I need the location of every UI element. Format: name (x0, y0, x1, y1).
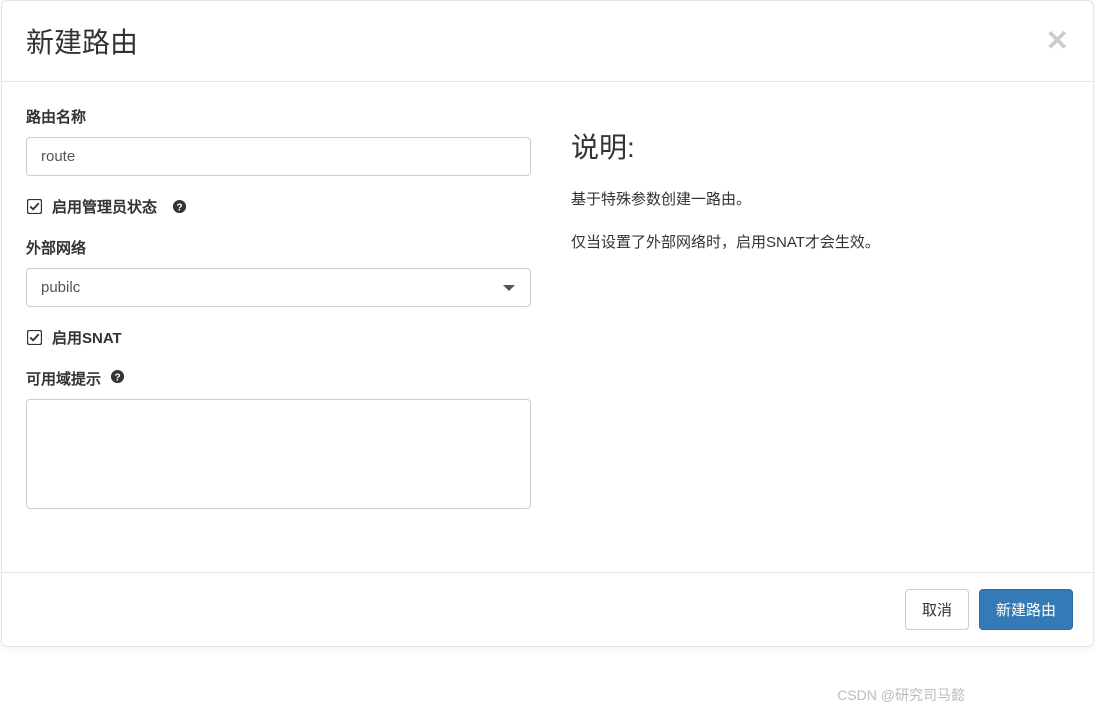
route-name-group: 路由名称 (26, 106, 531, 176)
external-network-group: 外部网络 pubilc (26, 237, 531, 307)
external-network-select-wrapper: pubilc (26, 268, 531, 307)
enable-snat-checkbox[interactable]: 启用SNAT (26, 327, 531, 348)
close-icon: ✕ (1046, 25, 1069, 56)
close-button[interactable]: ✕ (1046, 27, 1069, 55)
admin-state-label: 启用管理员状态 (52, 196, 157, 217)
description-panel: 说明: 基于特殊参数创建一路由。 仅当设置了外部网络时，启用SNAT才会生效。 (571, 106, 1069, 548)
create-router-modal: 新建路由 ✕ 路由名称 启用管理员状态 (1, 0, 1094, 647)
modal-header: 新建路由 ✕ (2, 1, 1093, 82)
modal-body: 路由名称 启用管理员状态 ? (2, 82, 1093, 572)
external-network-select[interactable]: pubilc (26, 268, 531, 307)
route-name-input[interactable] (26, 137, 531, 176)
cancel-button[interactable]: 取消 (905, 589, 969, 630)
help-icon[interactable]: ? (171, 199, 187, 215)
availability-zone-select[interactable] (26, 399, 531, 509)
description-line2: 仅当设置了外部网络时，启用SNAT才会生效。 (571, 229, 1069, 258)
description-title: 说明: (571, 126, 1069, 166)
svg-text:?: ? (114, 372, 120, 383)
admin-state-checkbox[interactable]: 启用管理员状态 ? (26, 196, 531, 217)
watermark: CSDN @研究司马懿 (837, 685, 965, 705)
help-icon[interactable]: ? (109, 369, 125, 385)
availability-zone-group: 可用域提示 ? (26, 368, 531, 510)
checkbox-checked-icon (26, 199, 42, 215)
availability-zone-label: 可用域提示 ? (26, 368, 531, 389)
route-name-label: 路由名称 (26, 106, 531, 127)
external-network-label: 外部网络 (26, 237, 531, 258)
checkbox-checked-icon (26, 330, 42, 346)
modal-title: 新建路由 (26, 21, 138, 61)
enable-snat-label: 启用SNAT (52, 327, 122, 348)
description-line1: 基于特殊参数创建一路由。 (571, 186, 1069, 215)
svg-text:?: ? (176, 202, 182, 213)
modal-footer: 取消 新建路由 (2, 572, 1093, 646)
form-panel: 路由名称 启用管理员状态 ? (26, 106, 531, 548)
submit-button[interactable]: 新建路由 (979, 589, 1073, 630)
